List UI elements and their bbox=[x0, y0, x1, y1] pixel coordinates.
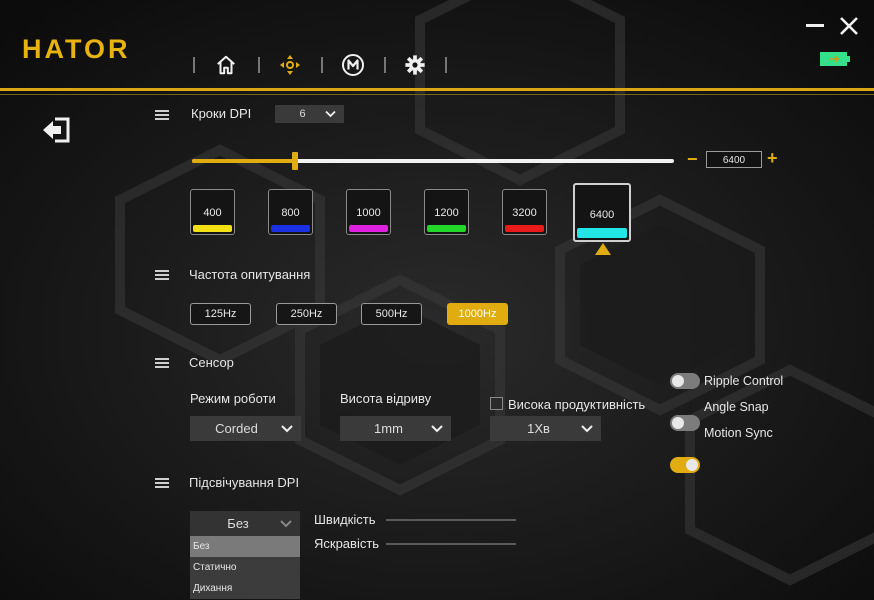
sensor-mode-label: Режим роботи bbox=[190, 391, 276, 406]
nav-separator bbox=[321, 57, 323, 73]
chevron-down-icon bbox=[581, 424, 593, 432]
exit-icon bbox=[43, 117, 70, 143]
dpi-level-color bbox=[505, 225, 544, 232]
toggle-knob bbox=[686, 459, 698, 471]
dpi-value-input[interactable]: 6400 bbox=[706, 151, 762, 168]
chevron-down-icon bbox=[325, 110, 336, 118]
toggle-knob bbox=[672, 417, 684, 429]
high-performance-value: 1Хв bbox=[527, 421, 550, 436]
exit-button[interactable] bbox=[42, 116, 72, 144]
lighting-mode-select[interactable]: Без bbox=[190, 511, 300, 536]
dpi-level-2[interactable]: 800 bbox=[268, 189, 313, 235]
lod-value: 1mm bbox=[374, 421, 403, 436]
section-menu-icon bbox=[155, 270, 169, 280]
dpi-plus-button[interactable]: + bbox=[767, 148, 778, 169]
sensor-mode-select[interactable]: Corded bbox=[190, 416, 301, 441]
dpi-level-color bbox=[271, 225, 310, 232]
active-level-pointer-icon bbox=[595, 243, 611, 255]
lighting-option[interactable]: Без bbox=[190, 536, 300, 557]
close-button[interactable] bbox=[837, 14, 861, 38]
dpi-level-value: 800 bbox=[281, 207, 300, 219]
dpi-lighting-title: Підсвічування DPI bbox=[189, 475, 300, 490]
polling-125-button[interactable]: 125Hz bbox=[190, 303, 251, 325]
brightness-slider[interactable] bbox=[386, 543, 516, 545]
polling-title: Частота опитування bbox=[189, 267, 311, 282]
nav-home-button[interactable] bbox=[211, 50, 241, 80]
gear-icon bbox=[405, 55, 425, 75]
dpi-level-5[interactable]: 3200 bbox=[502, 189, 547, 235]
motion-sync-toggle[interactable] bbox=[670, 457, 700, 473]
dpi-level-color bbox=[427, 225, 466, 232]
lighting-mode-dropdown: Без Статично Дихання bbox=[190, 536, 300, 599]
sensor-title: Сенсор bbox=[189, 355, 234, 370]
brightness-label: Яскравість bbox=[314, 536, 380, 551]
toggle-knob bbox=[672, 375, 684, 387]
lighting-option[interactable]: Дихання bbox=[190, 578, 300, 599]
polling-500-button[interactable]: 500Hz bbox=[361, 303, 422, 325]
nav-dpi-button[interactable] bbox=[275, 50, 305, 80]
header-divider-thin bbox=[0, 94, 874, 95]
hator-logo: HATOR bbox=[22, 34, 131, 64]
dpi-level-color bbox=[193, 225, 232, 232]
nav-separator bbox=[445, 57, 447, 73]
header-divider bbox=[0, 88, 874, 91]
dpi-level-value: 1200 bbox=[434, 207, 459, 219]
high-performance-select[interactable]: 1Хв bbox=[490, 416, 601, 441]
minimize-icon bbox=[806, 24, 824, 27]
dpi-level-value: 6400 bbox=[589, 209, 615, 221]
high-performance-checkbox[interactable] bbox=[490, 397, 503, 410]
dpi-level-color bbox=[577, 228, 627, 238]
motion-sync-label: Motion Sync bbox=[704, 426, 773, 440]
dpi-slider-fill bbox=[192, 159, 296, 163]
angle-snap-toggle[interactable] bbox=[670, 415, 700, 431]
chevron-down-icon bbox=[280, 519, 292, 527]
speed-slider[interactable] bbox=[386, 519, 516, 521]
dpi-target-icon bbox=[280, 55, 300, 75]
section-menu-icon bbox=[155, 110, 169, 120]
nav-settings-button[interactable] bbox=[400, 50, 430, 80]
battery-charging-icon bbox=[820, 52, 850, 66]
dpi-level-3[interactable]: 1000 bbox=[346, 189, 391, 235]
dpi-level-color bbox=[349, 225, 388, 232]
chevron-down-icon bbox=[431, 424, 443, 432]
dpi-slider-thumb[interactable] bbox=[292, 152, 298, 170]
dpi-minus-button[interactable]: − bbox=[687, 149, 698, 170]
polling-250-button[interactable]: 250Hz bbox=[276, 303, 337, 325]
lighting-mode-value: Без bbox=[227, 516, 249, 531]
lighting-option[interactable]: Статично bbox=[190, 557, 300, 578]
section-menu-icon bbox=[155, 478, 169, 488]
polling-1000-button[interactable]: 1000Hz bbox=[447, 303, 508, 325]
ripple-control-label: Ripple Control bbox=[704, 374, 784, 388]
angle-snap-label: Angle Snap bbox=[704, 400, 769, 414]
dpi-level-4[interactable]: 1200 bbox=[424, 189, 469, 235]
lod-label: Висота відриву bbox=[340, 391, 432, 406]
dpi-level-value: 1000 bbox=[356, 207, 381, 219]
ripple-control-toggle[interactable] bbox=[670, 373, 700, 389]
chevron-down-icon bbox=[281, 424, 293, 432]
dpi-steps-value: 6 bbox=[299, 108, 306, 120]
dpi-level-value: 3200 bbox=[512, 207, 537, 219]
close-icon bbox=[840, 17, 858, 35]
nav-macro-button[interactable] bbox=[338, 50, 368, 80]
dpi-level-6-active[interactable]: 6400 bbox=[573, 183, 631, 242]
minimize-button[interactable] bbox=[804, 14, 828, 38]
high-performance-label: Висока продуктивність bbox=[508, 397, 646, 412]
dpi-level-value: 400 bbox=[203, 207, 222, 219]
nav-separator bbox=[384, 57, 386, 73]
home-icon bbox=[217, 55, 235, 75]
nav-separator bbox=[193, 57, 195, 73]
macro-m-icon bbox=[342, 54, 364, 76]
dpi-steps-title: Кроки DPI bbox=[191, 106, 252, 121]
dpi-steps-select[interactable]: 6 bbox=[275, 105, 344, 123]
sensor-mode-value: Corded bbox=[215, 421, 258, 436]
nav-separator bbox=[258, 57, 260, 73]
speed-label: Швидкість bbox=[314, 512, 376, 527]
section-menu-icon bbox=[155, 358, 169, 368]
dpi-level-1[interactable]: 400 bbox=[190, 189, 235, 235]
lod-select[interactable]: 1mm bbox=[340, 416, 451, 441]
